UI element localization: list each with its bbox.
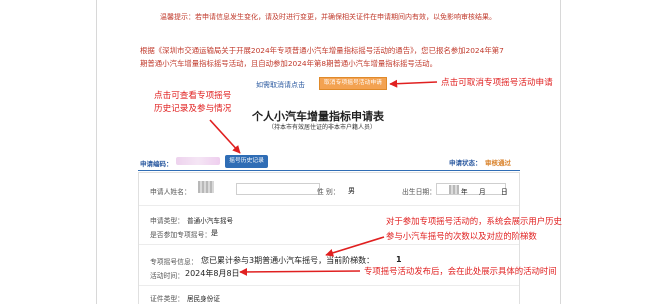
app-code-label: 申请编码： (140, 160, 173, 168)
gender-value: 男 (348, 187, 355, 195)
annotation-activity-time: 专项摇号活动发布后，会在此处展示具体的活动时间 (364, 266, 557, 276)
name-value-redacted (198, 181, 214, 193)
app-code-value-redacted (176, 157, 220, 165)
dob-day-unit: 日 (501, 188, 508, 196)
intro-line-1: 根据《深圳市交通运输局关于开展2024年专项普通小汽车增量指标摇号活动的通告》，… (140, 46, 504, 55)
annotation-cancel: 点击可取消专项摇号活动申请 (441, 78, 553, 88)
annotation-count-line2: 参与小汽车摇号的次数以及对应的阶梯数 (386, 231, 537, 241)
row-separator (139, 285, 519, 286)
id-type-label: 证件类型： (150, 295, 184, 303)
apply-type-label: 申请类型： (150, 217, 184, 225)
page-border-left (96, 0, 97, 304)
lottery-info-text: 您已累计参与3期普通小汽车摇号，当前阶梯数： (201, 256, 375, 265)
gender-label: 性 别： (317, 188, 340, 196)
title-divider (138, 170, 520, 171)
dob-year-unit: 年 (461, 188, 468, 196)
app-status-label: 申请状态： (449, 159, 482, 167)
activity-time-value: 2024年8月8日 (185, 269, 240, 278)
name-field (236, 183, 320, 195)
dob-label: 出生日期： (402, 188, 436, 196)
page-border-right (560, 0, 561, 304)
annotation-history-line2: 历史记录及参与情况 (154, 104, 232, 114)
row-separator (139, 244, 519, 245)
intro-paragraph: 根据《深圳市交通运输局关于开展2024年专项普通小汽车增量指标摇号活动的通告》，… (140, 44, 540, 70)
page-viewport: 温馨提示：若申请信息发生变化，请及时进行变更，并确保相关证件在申请期间内有效，以… (0, 0, 660, 304)
annotation-history: 点击可查看专项摇号 历史记录及参与情况 (154, 90, 231, 116)
annotation-lottery-count: 对于参加专项摇号活动的，系统会展示用户历史 参与小汽车摇号的次数以及对应的阶梯数 (386, 214, 562, 244)
id-type-value: 居民身份证 (187, 295, 220, 303)
cancel-special-lottery-button[interactable]: 取消专项摇号活动申请 (319, 77, 387, 90)
apply-type-value: 普通小汽车摇号 (187, 217, 234, 225)
cancel-prompt: 如需取消请点击 (256, 81, 305, 89)
dob-month-unit: 月 (479, 188, 486, 196)
special-lottery-value: 是 (211, 229, 218, 237)
row-separator (139, 205, 519, 206)
annotation-count-line1: 对于参加专项摇号活动的，系统会展示用户历史 (386, 216, 562, 226)
arrow-to-history-button (209, 119, 241, 154)
dob-field (436, 183, 506, 195)
arrow-to-cancel-button (389, 79, 438, 88)
lottery-history-button[interactable]: 摇号历史记录 (225, 155, 268, 168)
intro-line-2: 期普通小汽车增量指标摇号活动，且自动参加2024年第8期普通小汽车增量指标摇号活… (140, 59, 437, 68)
name-label: 申请人姓名： (150, 188, 191, 196)
activity-time-label: 活动时间： (150, 272, 184, 280)
notice-banner: 温馨提示：若申请信息发生变化，请及时进行变更，并确保相关证件在申请期间内有效，以… (160, 13, 496, 21)
dob-value-redacted (449, 185, 459, 194)
lottery-step-value: 1 (396, 255, 402, 264)
app-status-value: 审核通过 (485, 159, 511, 167)
lottery-info-label: 专项摇号信息： (150, 258, 198, 266)
annotation-history-line1: 点击可查看专项摇号 (154, 91, 232, 101)
form-subtitle: （持本市有效居住证的非本市户籍人员） (268, 124, 377, 131)
special-lottery-label: 是否参加专项摇号： (150, 231, 212, 239)
